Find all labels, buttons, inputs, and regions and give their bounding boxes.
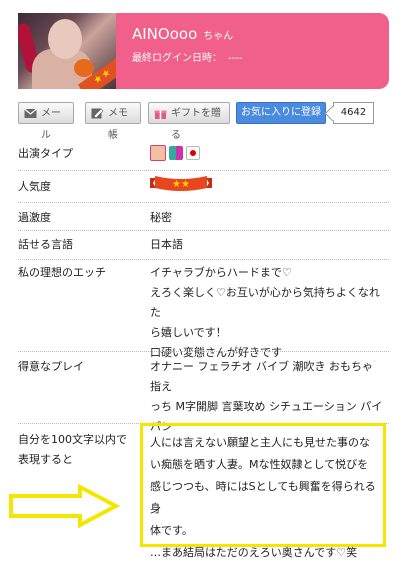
add-favorite-button[interactable]: お気に入りに登録 xyxy=(236,102,326,124)
detail-row-play: 得意なプレイ オナニー フェラチオ バイブ 潮吹き おもちゃ 指え っち M字開… xyxy=(18,351,389,433)
gift-label: ギフトを贈る xyxy=(171,108,221,141)
name-text: AINOooo xyxy=(132,25,198,43)
action-bar: メール メモ帳 ギフトを贈る お気に入りに登録 4642 xyxy=(18,102,389,141)
intensity-label: 過激度 xyxy=(18,211,51,224)
language-label: 話せる言語 xyxy=(18,238,73,251)
last-login-label: 最終ログイン日時： xyxy=(132,53,222,64)
intro-line: …まあ結局はただのえろい奥さんです♡笑 xyxy=(150,546,358,559)
intro-label-line: 自分を100文字以内で xyxy=(18,433,127,446)
gift-icon xyxy=(154,110,167,119)
couple-type-icon xyxy=(169,146,183,160)
gift-button[interactable]: ギフトを贈る xyxy=(148,102,230,141)
play-line: っち M字開脚 言葉攻め シチュエーション パイ xyxy=(150,400,383,413)
ideal-line: えろく楽しく♡お互いが心から気持ちよくなれた xyxy=(150,286,380,319)
memo-button[interactable]: メモ帳 xyxy=(85,102,141,141)
play-label: 得意なプレイ xyxy=(18,360,84,373)
japan-flag-icon xyxy=(186,146,200,160)
favorite-count: 4642 xyxy=(333,102,374,124)
mail-label: メール xyxy=(41,108,61,141)
detail-row-popularity: 人気度 ★★ xyxy=(18,170,389,193)
face-type-icon xyxy=(150,145,166,161)
ideal-line: イチャラブからハードまで♡ xyxy=(150,266,292,279)
performer-name: AINOooo ちゃん xyxy=(132,25,233,43)
mail-icon xyxy=(24,108,37,118)
type-icons xyxy=(150,143,386,163)
popularity-stars: ★★ xyxy=(172,179,190,190)
detail-row-ideal: 私の理想のエッチ イチャラブからハードまで♡ えろく楽しく♡お互いが心から気持ち… xyxy=(18,259,389,359)
detail-row-language: 話せる言語 日本語 xyxy=(18,230,389,251)
last-login: 最終ログイン日時： ---- xyxy=(132,49,248,64)
intro-line: 人には言えない願望と主人にも見せた事のな xyxy=(150,436,370,449)
mail-button[interactable]: メール xyxy=(18,102,74,141)
intensity-value: 秘密 xyxy=(150,211,172,224)
intro-line: 感じつつも、時にはSとしても興奮を得られる身 xyxy=(150,480,376,515)
memo-pencil-icon xyxy=(91,108,104,119)
ideal-label: 私の理想のエッチ xyxy=(18,266,106,279)
popularity-ribbon-icon: ★★ xyxy=(150,176,212,191)
profile-header: ★★ AINOooo ちゃん 最終ログイン日時： ---- xyxy=(18,13,389,89)
language-value: 日本語 xyxy=(150,238,183,251)
intro-label: 自分を100文字以内で 表現すると xyxy=(18,430,127,470)
memo-label: メモ帳 xyxy=(108,108,128,141)
honorific: ちゃん xyxy=(203,31,234,42)
ideal-line: ら嬉しいです！ xyxy=(150,326,227,339)
play-line: オナニー フェラチオ バイブ 潮吹き おもちゃ 指え xyxy=(150,360,373,393)
popularity-label: 人気度 xyxy=(18,180,51,193)
performer-avatar[interactable]: ★★ xyxy=(18,13,116,89)
intro-line: い痴態を晒す人妻。Mな性奴隷として悦びを xyxy=(150,458,369,471)
annotation-arrow-icon xyxy=(9,484,120,528)
last-login-value: ---- xyxy=(228,53,243,64)
avatar-figure xyxy=(48,19,82,59)
intro-label-line: 表現すると xyxy=(18,453,73,466)
intro-highlight-box: 人には言えない願望と主人にも見せた事のな い痴態を晒す人妻。Mな性奴隷として悦び… xyxy=(140,423,386,559)
intro-value: 人には言えない願望と主人にも見せた事のな い痴態を晒す人妻。Mな性奴隷として悦び… xyxy=(150,432,382,564)
detail-row-intensity: 過激度 秘密 xyxy=(18,202,389,224)
name-panel: AINOooo ちゃん 最終ログイン日時： ---- xyxy=(116,13,389,89)
type-label: 出演タイプ xyxy=(18,147,73,160)
intro-line: 体です。 xyxy=(150,524,193,537)
ideal-value: イチャラブからハードまで♡ えろく楽しく♡お互いが心から気持ちよくなれた ら嬉し… xyxy=(150,263,386,363)
